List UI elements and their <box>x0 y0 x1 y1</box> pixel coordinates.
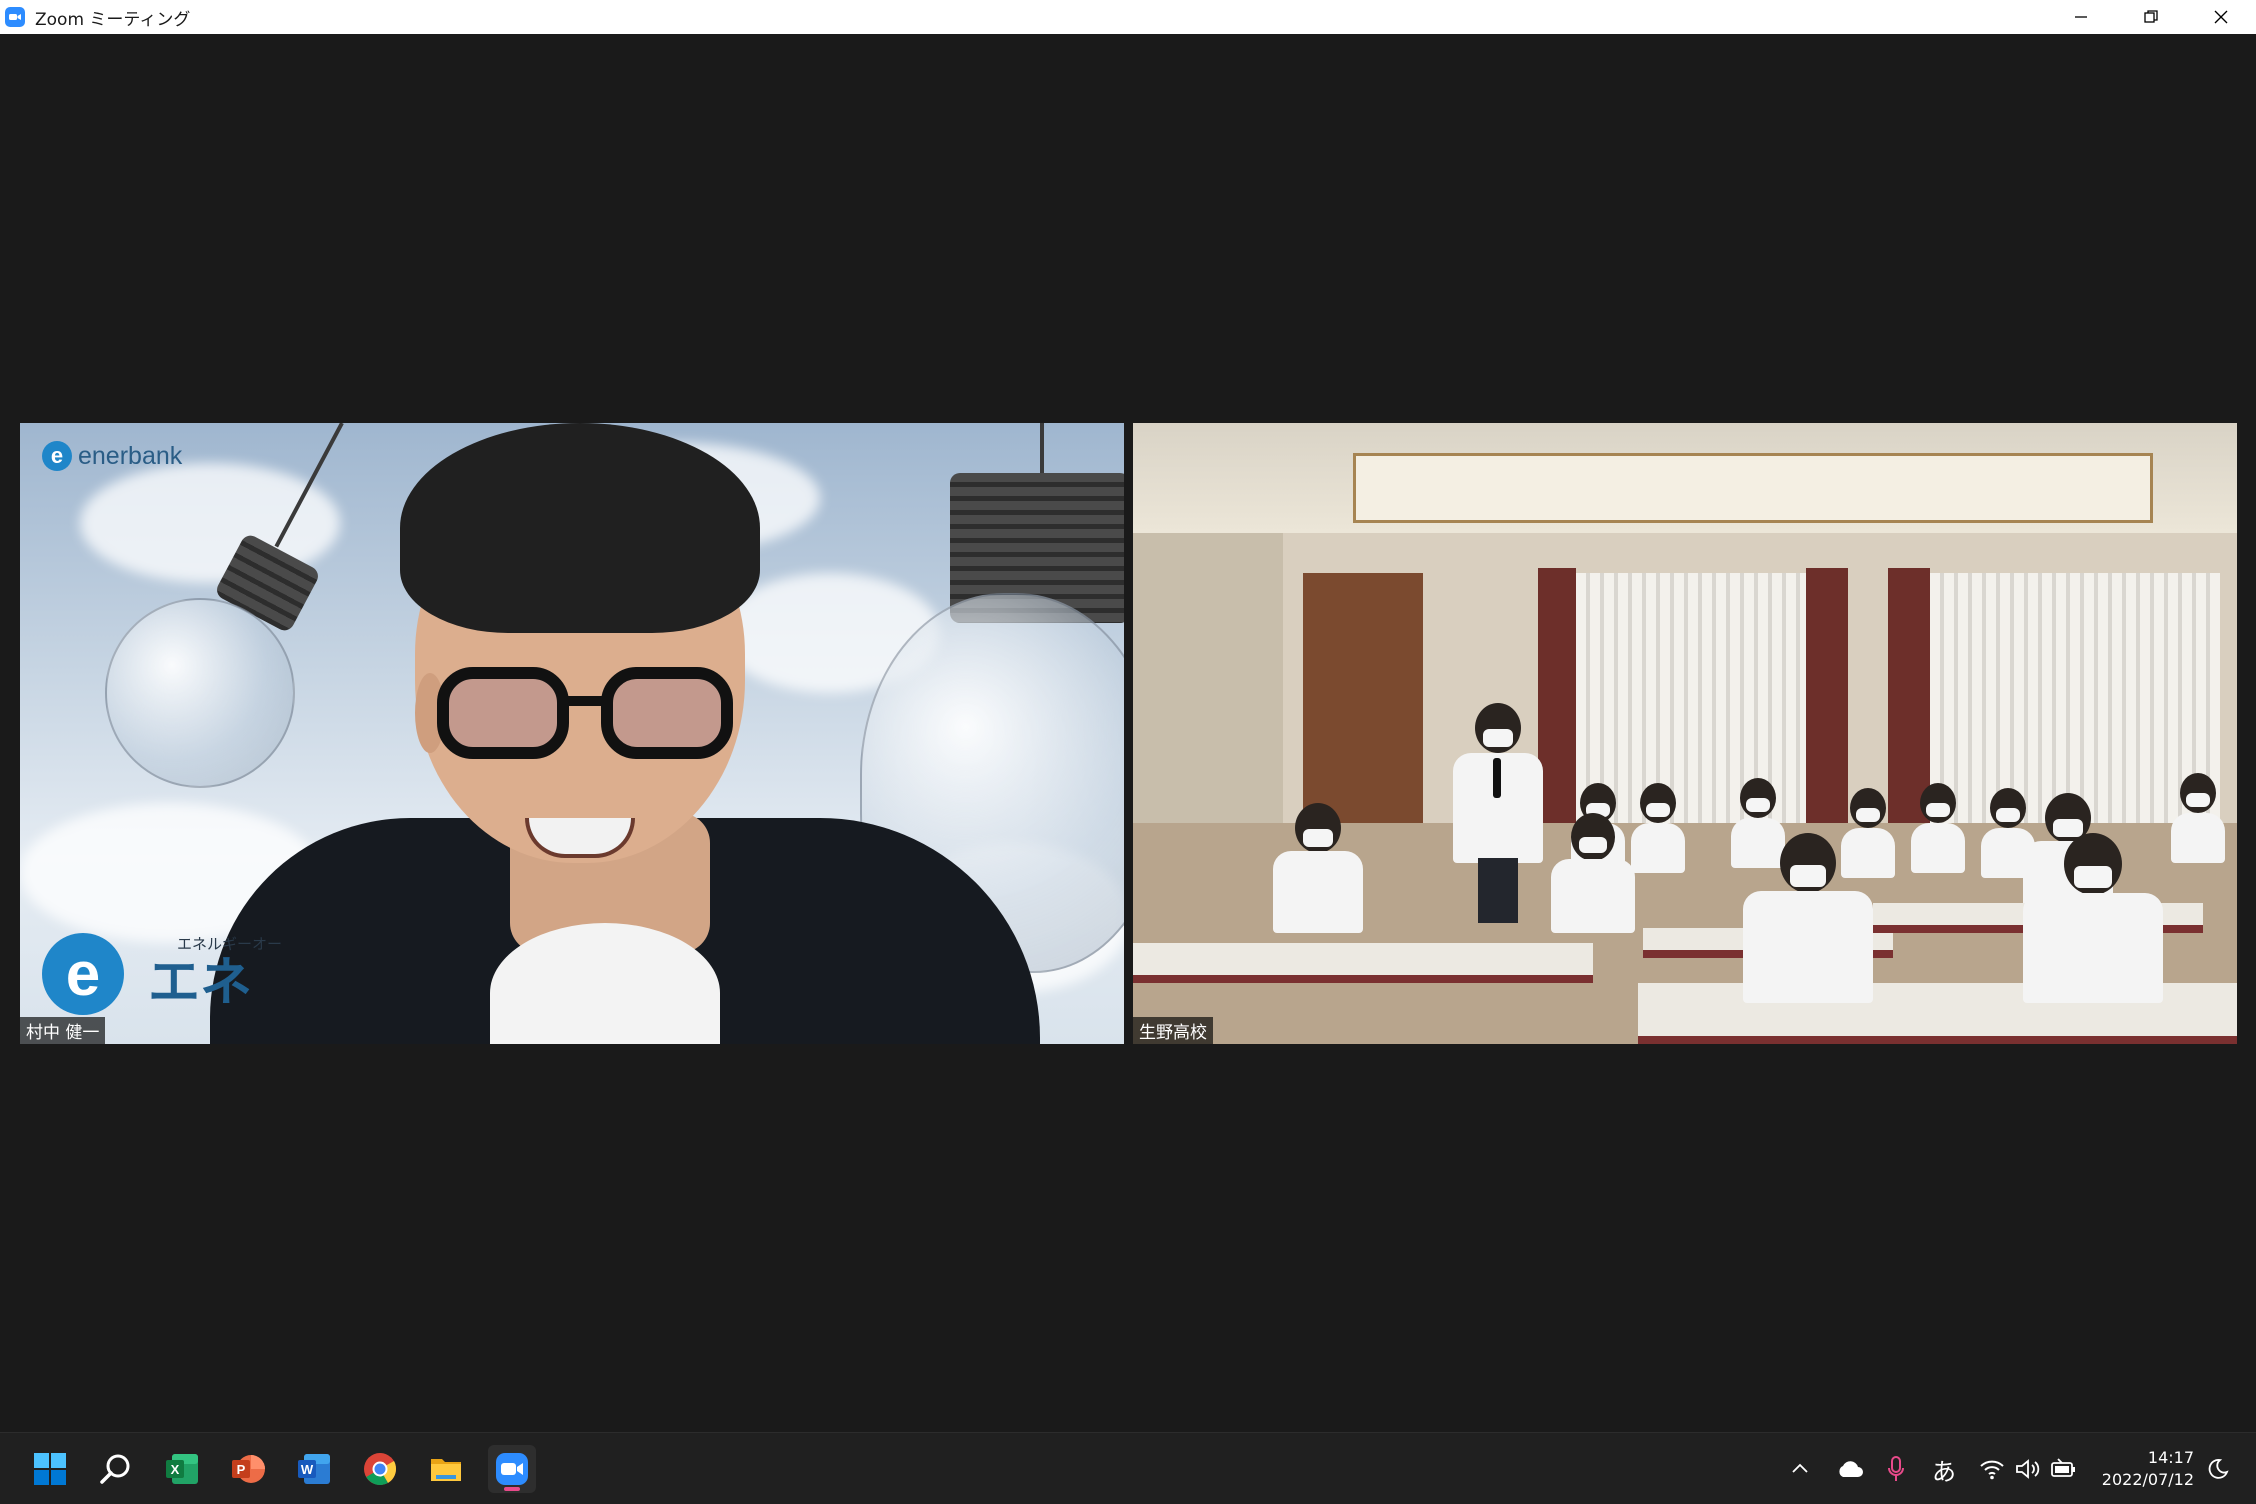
microphone-tray[interactable] <box>1878 1449 1914 1489</box>
volume-tray[interactable] <box>2010 1449 2046 1489</box>
taskbar-search-button[interactable] <box>92 1445 140 1493</box>
ime-indicator[interactable]: あ <box>1926 1449 1962 1489</box>
window-title: Zoom ミーティング <box>35 9 191 30</box>
glasses-icon <box>437 667 733 759</box>
restore-icon <box>2144 10 2158 23</box>
moon-icon <box>2208 1459 2229 1479</box>
system-clock[interactable]: 14:17 2022/07/12 <box>2102 1447 2194 1491</box>
enerbank-brand-text: enerbank <box>78 441 183 470</box>
active-app-indicator <box>504 1487 520 1491</box>
taskbar-powerpoint[interactable]: P <box>224 1445 272 1493</box>
chevron-up-icon <box>1792 1463 1808 1473</box>
participant-name-tag: 生野高校 <box>1133 1017 1213 1044</box>
student <box>2013 833 2173 1003</box>
battery-tray[interactable] <box>2046 1449 2082 1489</box>
focus-assist-tray[interactable] <box>2200 1449 2236 1489</box>
title-bar: Zoom ミーティング <box>0 0 2256 34</box>
onedrive-tray[interactable] <box>1830 1449 1870 1489</box>
enerbank-logo: e enerbank <box>42 441 182 471</box>
person-hair <box>400 423 760 633</box>
search-icon <box>100 1454 130 1484</box>
wifi-tray[interactable] <box>1974 1449 2010 1489</box>
close-button[interactable] <box>2186 0 2256 34</box>
taskbar-chrome[interactable] <box>356 1445 404 1493</box>
enerbank-tagline: エネルギーオー <box>177 935 283 953</box>
zoom-icon <box>496 1453 528 1485</box>
student <box>1263 803 1373 933</box>
wifi-icon <box>1980 1460 2004 1480</box>
word-icon: W <box>298 1454 330 1484</box>
cloud-icon <box>1839 1461 1863 1477</box>
participant-video-tile-2[interactable]: 生野高校 <box>1133 423 2237 1044</box>
clock-time: 14:17 <box>2147 1448 2194 1467</box>
chrome-icon <box>364 1453 397 1486</box>
participant-name-tag: 村中 健一 <box>20 1017 106 1044</box>
enerbank-large-logo: e エネルギーオー エネ <box>42 933 282 1015</box>
folder-icon <box>431 1459 461 1481</box>
taskbar-zoom[interactable] <box>488 1445 536 1493</box>
svg-text:P: P <box>237 1462 246 1477</box>
participant-video-tile-1[interactable]: e enerbank e エネルギーオー エネ 村中 健一 <box>20 423 1124 1044</box>
speaker-icon <box>2016 1459 2040 1479</box>
taskbar-file-explorer[interactable] <box>422 1445 470 1493</box>
student <box>2163 773 2233 863</box>
zoom-app-icon <box>5 7 25 27</box>
taskbar-word[interactable]: W <box>290 1445 338 1493</box>
show-hidden-icons-button[interactable] <box>1782 1449 1818 1489</box>
light-bulb-left <box>105 598 295 788</box>
taskbar-excel[interactable]: X <box>158 1445 206 1493</box>
clock-date: 2022/07/12 <box>2101 1470 2194 1489</box>
start-button[interactable] <box>26 1445 74 1493</box>
enerbank-logo-icon: e <box>42 441 72 471</box>
student <box>1543 813 1643 933</box>
minimize-button[interactable] <box>2046 0 2116 34</box>
taskbar: X P W あ 14:17 2022/07/12 <box>0 1432 2256 1504</box>
student <box>1903 783 1973 873</box>
microphone-icon <box>1888 1456 1904 1481</box>
close-icon <box>2214 10 2228 24</box>
restore-button[interactable] <box>2116 0 2186 34</box>
enerbank-large-logo-icon: e <box>42 933 124 1015</box>
student <box>1733 833 1883 1003</box>
excel-icon: X <box>166 1454 198 1484</box>
windows-start-icon <box>34 1453 66 1485</box>
standing-student <box>1443 703 1553 923</box>
minimize-icon <box>2075 16 2087 18</box>
meeting-area: e enerbank e エネルギーオー エネ 村中 健一 生野高校 <box>0 34 2256 1432</box>
powerpoint-icon: P <box>232 1455 265 1483</box>
classroom-desk <box>1133 943 1593 983</box>
svg-text:X: X <box>171 1462 180 1477</box>
microphone-icon <box>1493 758 1501 798</box>
svg-text:W: W <box>301 1462 314 1477</box>
battery-icon <box>2051 1458 2075 1477</box>
ceiling-light-panel <box>1353 453 2153 523</box>
